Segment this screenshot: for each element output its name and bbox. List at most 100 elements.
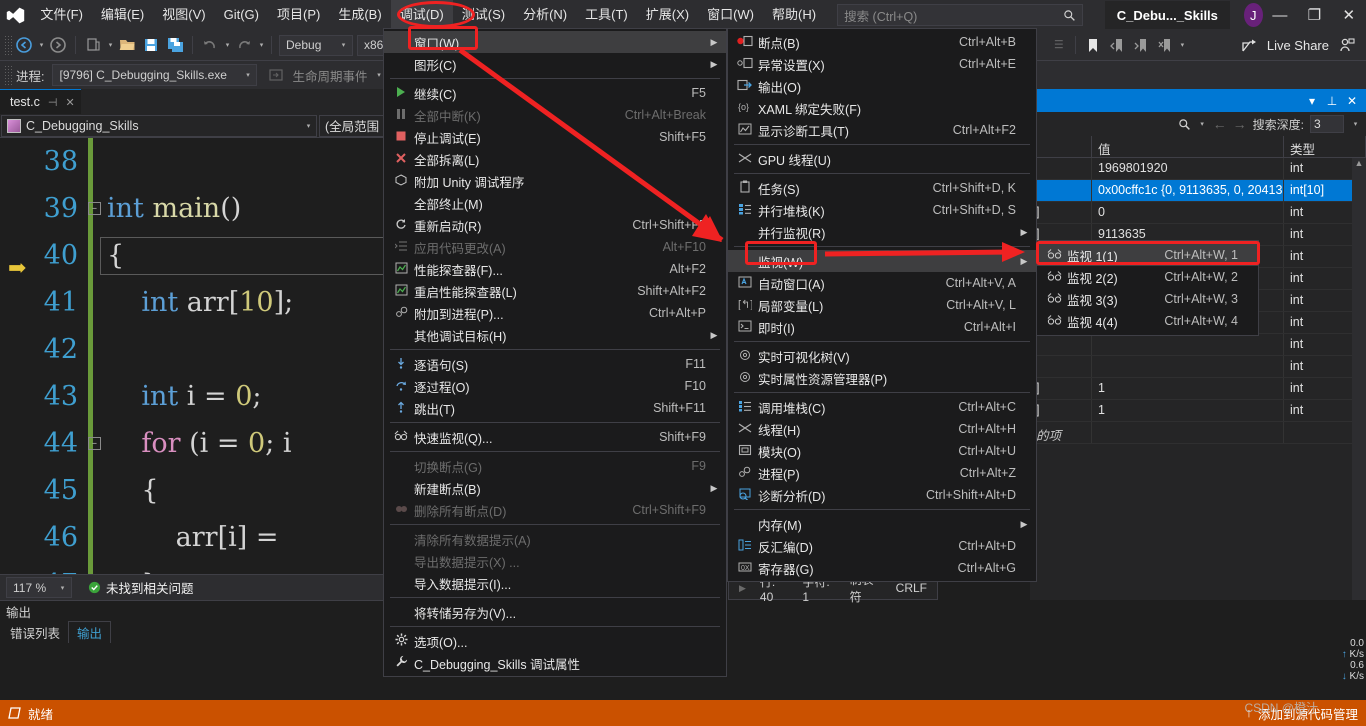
pin-icon[interactable]: ⊥ <box>1322 94 1342 108</box>
menu-item[interactable]: 内存(M) ▶ <box>728 513 1036 535</box>
menu-item[interactable]: 异常设置(X) Ctrl+Alt+E <box>728 53 1036 75</box>
menu-project[interactable]: 项目(P) <box>268 0 329 30</box>
redo-dropdown-icon[interactable]: ▾ <box>257 41 266 49</box>
indent-icon[interactable] <box>1047 34 1069 56</box>
menu-item[interactable]: 逐过程(O) F10 <box>384 375 726 397</box>
menu-item[interactable]: 监视 3(3) Ctrl+Alt+W, 3 <box>1037 288 1258 310</box>
menu-item[interactable]: 即时(I) Ctrl+Alt+I <box>728 316 1036 338</box>
menu-analyze[interactable]: 分析(N) <box>514 0 576 30</box>
tab-output[interactable]: 输出 <box>68 621 112 643</box>
menu-edit[interactable]: 编辑(E) <box>92 0 153 30</box>
cell-value[interactable]: 1 <box>1092 400 1284 421</box>
menu-item[interactable]: 监视 4(4) Ctrl+Alt+W, 4 <box>1037 310 1258 332</box>
close-icon[interactable]: ✕ <box>1342 94 1362 108</box>
menu-item[interactable]: 附加 Unity 调试程序 <box>384 170 726 192</box>
table-row[interactable]: ] 1 int <box>1030 378 1366 400</box>
menu-item[interactable]: 监视(W) ▶ <box>728 250 1036 272</box>
menu-item[interactable]: 附加到进程(P)... Ctrl+Alt+P <box>384 302 726 324</box>
menu-item[interactable]: 实时属性资源管理器(P) <box>728 367 1036 389</box>
menu-item[interactable]: 全部拆离(L) <box>384 148 726 170</box>
save-icon[interactable] <box>140 34 162 56</box>
navigate-forward-icon[interactable] <box>47 34 69 56</box>
scroll-up-icon[interactable]: ▲ <box>1352 158 1366 172</box>
toolbar-overflow-icon[interactable]: ▾ <box>1178 41 1187 49</box>
live-share-label[interactable]: Live Share <box>1267 38 1329 53</box>
pin-icon[interactable]: ⊣ <box>48 96 58 109</box>
menu-file[interactable]: 文件(F) <box>31 0 92 30</box>
scope-dropdown[interactable]: C_Debugging_Skills ▾ <box>1 114 317 137</box>
menu-git[interactable]: Git(G) <box>215 0 268 30</box>
undo-icon[interactable] <box>199 34 221 56</box>
menu-item[interactable]: 输出(O) <box>728 75 1036 97</box>
menu-item[interactable]: 并行堆栈(K) Ctrl+Shift+D, S <box>728 199 1036 221</box>
menu-item[interactable]: 调用堆栈(C) Ctrl+Alt+C <box>728 396 1036 418</box>
menu-item[interactable]: 重新启动(R) Ctrl+Shift+F5 <box>384 214 726 236</box>
save-all-icon[interactable] <box>164 34 186 56</box>
menu-item[interactable]: 新建断点(B) ▶ <box>384 477 726 499</box>
close-icon[interactable]: ✕ <box>65 96 74 109</box>
menu-item[interactable]: 监视 1(1) Ctrl+Alt+W, 1 <box>1037 244 1258 266</box>
search-depth-input[interactable]: 3 <box>1310 115 1344 133</box>
menu-item[interactable]: 图形(C) ▶ <box>384 53 726 75</box>
menu-item[interactable]: 窗口(W) ▶ <box>384 31 726 53</box>
zoom-dropdown[interactable]: 117 % ▾ <box>6 577 72 598</box>
menu-item[interactable]: 实时可视化树(V) <box>728 345 1036 367</box>
menu-item[interactable]: 继续(C) F5 <box>384 82 726 104</box>
restore-button[interactable]: ❐ <box>1297 0 1331 30</box>
menu-item[interactable]: 0X 寄存器(G) Ctrl+Alt+G <box>728 557 1036 579</box>
new-item-dropdown-icon[interactable]: ▾ <box>106 41 115 49</box>
cell-value[interactable] <box>1092 334 1284 355</box>
open-folder-icon[interactable] <box>116 34 138 56</box>
menu-build[interactable]: 生成(B) <box>329 0 390 30</box>
toolbar-grip[interactable] <box>4 35 12 55</box>
cell-value[interactable] <box>1092 356 1284 377</box>
cell-value[interactable]: 1 <box>1092 378 1284 399</box>
menu-item[interactable]: 自动窗口(A) Ctrl+Alt+V, A <box>728 272 1036 294</box>
menu-item[interactable]: 反汇编(D) Ctrl+Alt+D <box>728 535 1036 557</box>
menu-item[interactable]: 选项(O)... <box>384 630 726 652</box>
avatar[interactable]: J <box>1243 3 1263 27</box>
menu-item[interactable]: 诊断分析(D) Ctrl+Shift+Alt+D <box>728 484 1036 506</box>
menu-item[interactable]: 快速监视(Q)... Shift+F9 <box>384 426 726 448</box>
menu-item[interactable]: 任务(S) Ctrl+Shift+D, K <box>728 177 1036 199</box>
redo-icon[interactable] <box>233 34 255 56</box>
menu-item[interactable]: 断点(B) Ctrl+Alt+B <box>728 31 1036 53</box>
menu-item[interactable]: 导入数据提示(I)... <box>384 572 726 594</box>
menu-item[interactable]: 逐语句(S) F11 <box>384 353 726 375</box>
fold-toggle-icon[interactable]: – <box>88 437 101 450</box>
menu-item[interactable]: 进程(P) Ctrl+Alt+Z <box>728 462 1036 484</box>
menu-item[interactable]: GPU 线程(U) <box>728 148 1036 170</box>
clear-bookmarks-icon[interactable] <box>1154 34 1176 56</box>
minimize-button[interactable]: — <box>1263 0 1297 30</box>
menu-extensions[interactable]: 扩展(X) <box>637 0 698 30</box>
arrow-right-icon[interactable]: → <box>1233 116 1247 132</box>
arrow-left-icon[interactable]: ← <box>1213 116 1227 132</box>
process-dropdown[interactable]: [9796] C_Debugging_Skills.exe ▾ <box>52 64 258 86</box>
menu-help[interactable]: 帮助(H) <box>763 0 825 30</box>
back-dropdown-icon[interactable]: ▾ <box>37 41 46 49</box>
lifecycle-events-icon[interactable] <box>265 64 287 86</box>
menu-item[interactable]: 线程(H) Ctrl+Alt+H <box>728 418 1036 440</box>
cell-value[interactable]: 1969801920 <box>1092 158 1284 179</box>
menu-item[interactable]: 重启性能探查器(L) Shift+Alt+F2 <box>384 280 726 302</box>
menu-tools[interactable]: 工具(T) <box>576 0 637 30</box>
next-bookmark-icon[interactable] <box>1130 34 1152 56</box>
search-options-icon[interactable]: ▾ <box>1198 120 1207 128</box>
menu-view[interactable]: 视图(V) <box>153 0 214 30</box>
table-row[interactable]: ] 0 int <box>1030 202 1366 224</box>
menu-item[interactable]: 跳出(T) Shift+F11 <box>384 397 726 419</box>
configuration-dropdown[interactable]: Debug ▾ <box>279 34 353 56</box>
play-icon[interactable]: ▶ <box>739 583 746 594</box>
previous-bookmark-icon[interactable] <box>1106 34 1128 56</box>
fold-toggle-icon[interactable]: – <box>88 202 101 215</box>
search-input[interactable]: 搜索 (Ctrl+Q) <box>837 4 1083 26</box>
cell-value[interactable]: 0x00cffc1c {0, 9113635, 0, 20413... <box>1092 180 1284 201</box>
menu-item[interactable]: 显示诊断工具(T) Ctrl+Alt+F2 <box>728 119 1036 141</box>
menu-item[interactable]: 停止调试(E) Shift+F5 <box>384 126 726 148</box>
menu-item[interactable]: 监视 2(2) Ctrl+Alt+W, 2 <box>1037 266 1258 288</box>
table-row[interactable]: int <box>1030 356 1366 378</box>
menu-item[interactable]: 性能探查器(F)... Alt+F2 <box>384 258 726 280</box>
menu-item[interactable]: [↰] 局部变量(L) Ctrl+Alt+V, L <box>728 294 1036 316</box>
search-icon[interactable] <box>1178 118 1191 131</box>
close-button[interactable]: ✕ <box>1332 0 1366 30</box>
